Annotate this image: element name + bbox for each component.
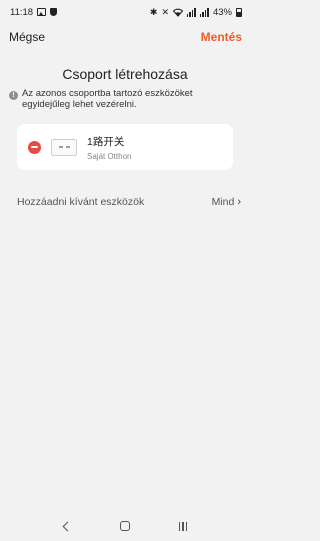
battery-percent: 43% bbox=[212, 6, 232, 18]
back-button[interactable] bbox=[57, 518, 77, 534]
mute-icon: ✕ bbox=[161, 6, 169, 17]
all-devices-button[interactable]: Mind › bbox=[212, 196, 241, 208]
signal-icon-2 bbox=[199, 7, 209, 17]
status-time: 11:18 bbox=[10, 6, 34, 18]
navigation-bar bbox=[0, 511, 250, 541]
bluetooth-icon: ✱ bbox=[149, 6, 158, 17]
gallery-icon bbox=[37, 8, 47, 16]
home-button[interactable] bbox=[115, 518, 135, 534]
back-icon bbox=[62, 521, 72, 531]
recent-apps-button[interactable] bbox=[173, 518, 193, 534]
switch-device-icon bbox=[51, 138, 77, 156]
device-info: 1路开关 Saját Otthon bbox=[87, 134, 131, 161]
battery-icon bbox=[236, 7, 242, 17]
add-devices-label: Hozzáadni kívánt eszközök bbox=[17, 196, 145, 208]
status-left: 11:18 bbox=[10, 6, 58, 18]
device-room: Saját Otthon bbox=[87, 151, 132, 161]
remove-device-icon[interactable] bbox=[28, 140, 41, 154]
info-text: Az azonos csoportba tartozó eszközöket e… bbox=[22, 88, 193, 110]
page-title: Csoport létrehozása bbox=[62, 66, 188, 82]
cancel-button[interactable]: Mégse bbox=[9, 30, 45, 44]
top-bar: Mégse Mentés bbox=[0, 24, 250, 50]
status-bar: 11:18 ✱ ✕ 43% bbox=[0, 0, 250, 24]
info-message: ! Az azonos csoportba tartozó eszközöket… bbox=[0, 88, 250, 110]
save-button[interactable]: Mentés bbox=[201, 30, 242, 44]
add-devices-row: Hozzáadni kívánt eszközök Mind › bbox=[0, 192, 250, 212]
device-card: 1路开关 Saját Otthon bbox=[17, 124, 233, 170]
home-icon bbox=[120, 521, 130, 531]
chevron-right-icon: › bbox=[237, 196, 241, 208]
wifi-icon bbox=[172, 8, 183, 17]
status-right: ✱ ✕ 43% bbox=[150, 7, 242, 18]
all-devices-label: Mind bbox=[211, 196, 235, 208]
device-name: 1路开关 bbox=[87, 135, 125, 148]
recent-apps-icon bbox=[178, 521, 188, 531]
info-icon: ! bbox=[9, 91, 18, 100]
signal-icon bbox=[186, 7, 196, 17]
shield-icon bbox=[50, 8, 58, 16]
